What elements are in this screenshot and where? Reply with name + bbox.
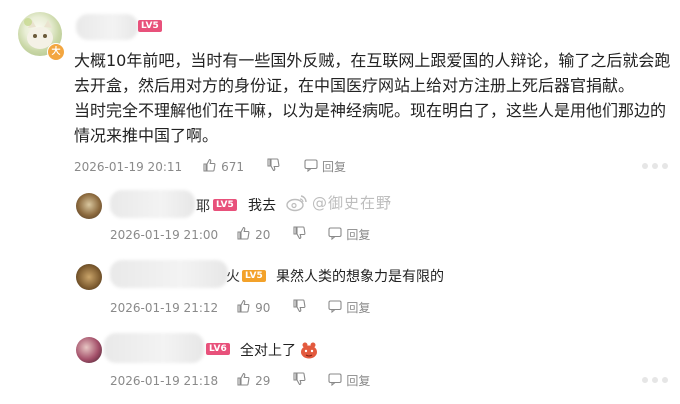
reply-text: 果然人类的想象力是有限的 [276,269,444,285]
like-icon[interactable] [236,226,250,243]
timestamp: 2026-01-19 21:00 [110,227,219,242]
timestamp: 2026-01-19 21:12 [110,300,219,315]
reply-avatar[interactable] [76,193,102,219]
reply-username-redacted[interactable] [104,333,204,363]
reply-meta-row: 2026-01-19 21:00 20 回复 [110,226,370,243]
comment-text: 大概10年前吧，当时有一些国外反贼，在互联网上跟爱国的人辩论，输了之后就会跑 去… [74,48,674,148]
like-count: 29 [255,373,271,388]
emoji-icon [301,342,317,359]
reply-username-redacted[interactable] [110,190,195,218]
reply-button[interactable]: 回复 [346,372,370,389]
reply-meta-row: 2026-01-19 21:18 29 回复 [110,372,370,389]
timestamp: 2026-01-19 21:18 [110,373,219,388]
like-icon[interactable] [202,158,216,175]
reply-icon[interactable] [304,158,318,175]
comment-line: 去开盒，然后用对方的身份证，在中国医疗网站上给对方注册上死后器官捐献。 [74,76,635,95]
more-options-icon[interactable] [642,377,668,383]
dislike-icon[interactable] [292,299,306,316]
reply-meta-row: 2026-01-19 21:12 90 回复 [110,299,370,316]
dislike-icon[interactable] [292,226,306,243]
comment-line: 当时完全不理解他们在干嘛，以为是神经病呢。现在明白了，这些人是用他们那边的 [74,101,667,120]
reply-username-suffix[interactable]: 火 [226,266,240,286]
weibo-logo-icon [286,194,307,211]
comment-line: 情况来推中国了啊。 [74,126,219,145]
reply-button[interactable]: 回复 [346,226,370,243]
reply-text: 我去 [248,198,276,214]
timestamp: 2026-01-19 20:11 [74,159,183,174]
reply-button[interactable]: 回复 [346,299,370,316]
more-options-icon[interactable] [642,163,668,169]
level-badge: LV5 [138,20,162,32]
like-count: 20 [255,227,271,242]
reply-username-suffix[interactable]: 耶 [196,196,210,216]
reply-icon[interactable] [328,372,342,389]
like-icon[interactable] [236,372,250,389]
reply-text: 全对上了 [240,340,319,360]
dislike-icon[interactable] [292,372,306,389]
vip-badge: 大 [47,43,65,61]
reply-avatar[interactable] [76,337,102,363]
reply-icon[interactable] [328,226,342,243]
level-badge: LV5 [213,199,237,211]
main-username-redacted[interactable] [76,14,138,40]
reply-button[interactable]: 回复 [322,158,346,175]
level-badge: LV5 [242,270,266,282]
level-badge: LV6 [206,343,230,355]
like-count: 90 [255,300,271,315]
watermark: @御史在野 [286,192,392,213]
like-count: 671 [221,159,245,174]
like-icon[interactable] [236,299,250,316]
dislike-icon[interactable] [266,158,280,175]
reply-icon[interactable] [328,299,342,316]
main-meta-row: 2026-01-19 20:11 671 回复 [74,158,346,175]
reply-username-redacted[interactable] [110,260,228,288]
comment-line: 大概10年前吧，当时有一些国外反贼，在互联网上跟爱国的人辩论，输了之后就会跑 [74,51,671,70]
reply-avatar[interactable] [76,264,102,290]
